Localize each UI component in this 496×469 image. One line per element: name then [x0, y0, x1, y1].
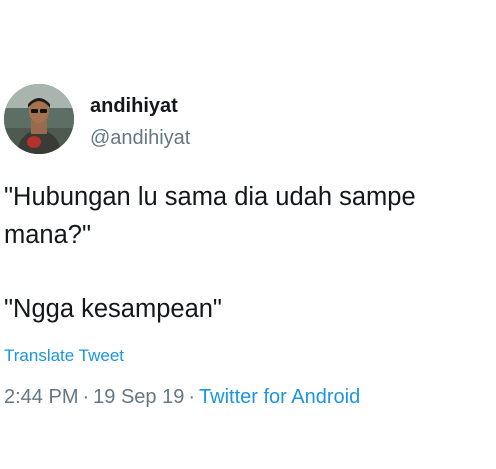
- tweet-date[interactable]: 19 Sep 19: [93, 386, 184, 408]
- tweet-text-line: "Ngga kesampean": [4, 295, 222, 323]
- author-display-name[interactable]: andihiyat: [90, 95, 178, 118]
- tweet-body: "Hubungan lu sama dia udah sampe mana?" …: [4, 178, 492, 328]
- tweet-time[interactable]: 2:44 PM: [4, 386, 78, 408]
- avatar-photo-icon: [4, 84, 74, 154]
- translate-tweet-link[interactable]: Translate Tweet: [4, 346, 124, 366]
- meta-separator: ·: [82, 386, 90, 408]
- tweet-meta: 2:44 PM · 19 Sep 19 · Twitter for Android: [4, 386, 360, 409]
- author-handle[interactable]: @andihiyat: [90, 127, 190, 150]
- tweet-text-line: "Hubungan lu sama dia udah sampe mana?": [4, 183, 423, 249]
- tweet-card: andihiyat @andihiyat "Hubungan lu sama d…: [0, 0, 496, 469]
- avatar[interactable]: [4, 84, 74, 154]
- tweet-source-link[interactable]: Twitter for Android: [199, 386, 360, 408]
- meta-separator: ·: [188, 386, 196, 408]
